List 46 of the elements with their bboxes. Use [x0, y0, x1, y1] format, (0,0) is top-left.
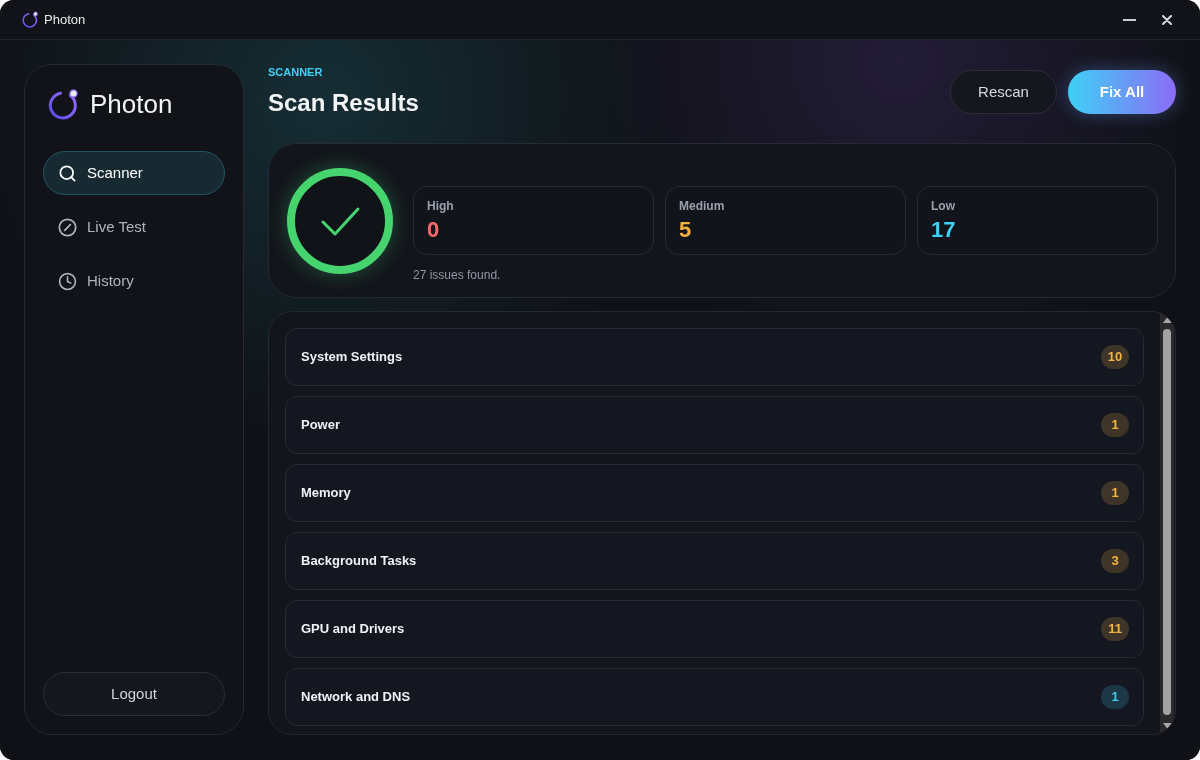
category-name: GPU and Drivers [301, 620, 405, 639]
sidebar-item[interactable]: Scanner [43, 151, 225, 195]
stat-value: 0 [427, 217, 440, 243]
category-name: Background Tasks [301, 552, 417, 571]
issue-count-badge: 1 [1101, 481, 1129, 505]
sidebar-item[interactable]: History [43, 259, 225, 303]
ring-logo-icon [48, 88, 80, 120]
stat-label: Low [931, 198, 955, 214]
category-row[interactable]: System Settings 10 [285, 328, 1144, 386]
logout-button[interactable]: Logout [43, 672, 225, 716]
gauge-icon [58, 217, 77, 237]
ring-logo-icon [22, 11, 39, 28]
scrollbar[interactable] [1160, 313, 1174, 733]
check-ring-icon [286, 166, 394, 275]
rescan-button[interactable]: Rescan [950, 70, 1057, 114]
clock-icon [58, 271, 77, 291]
issue-count-badge: 1 [1101, 413, 1129, 437]
issues-summary: 27 issues found. [413, 267, 502, 283]
stat-value: 5 [679, 217, 692, 243]
issue-count-badge: 3 [1101, 549, 1129, 573]
category-row[interactable]: Background Tasks 3 [285, 532, 1144, 590]
category-name: Power [301, 416, 340, 435]
category-row[interactable]: Network and DNS 1 [285, 668, 1144, 726]
issue-count-badge: 10 [1101, 345, 1129, 369]
minimize-icon [1122, 18, 1136, 21]
category-name: Memory [301, 484, 351, 503]
page-title: Scan Results [268, 88, 419, 118]
issue-count-badge: 1 [1101, 685, 1129, 709]
category-name: Network and DNS [301, 688, 411, 707]
stat-label: High [427, 198, 454, 214]
scroll-down-arrow-icon [1162, 723, 1172, 729]
brand-name: Photon [90, 88, 173, 120]
search-icon [58, 163, 77, 183]
sidebar-item[interactable]: Live Test [43, 205, 225, 249]
issue-count-badge: 11 [1101, 617, 1129, 641]
category-row[interactable]: GPU and Drivers 11 [285, 600, 1144, 658]
window-title: Photon [44, 10, 86, 29]
close-icon [1162, 14, 1172, 25]
category-row[interactable]: Memory 1 [285, 464, 1144, 522]
stat-label: Medium [679, 198, 725, 214]
stat-value: 17 [931, 217, 956, 243]
scroll-up-arrow-icon [1162, 317, 1172, 323]
scrollbar-thumb[interactable] [1163, 329, 1171, 715]
category-name: System Settings [301, 348, 403, 367]
category-row[interactable]: Power 1 [285, 396, 1144, 454]
section-eyebrow: SCANNER [268, 65, 324, 80]
